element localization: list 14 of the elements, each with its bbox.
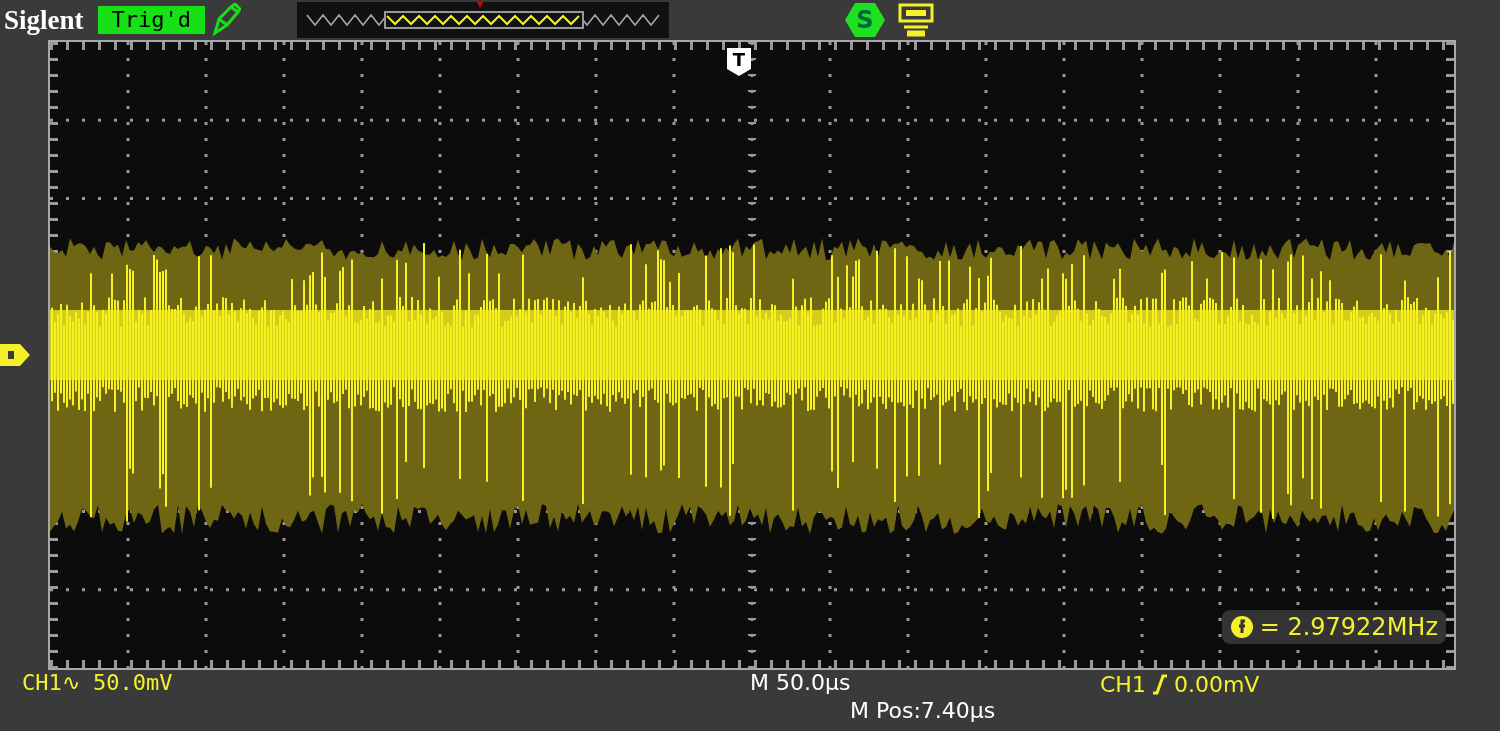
trigger-status: Trig'd	[97, 6, 205, 34]
brand-logo: Siglent	[4, 4, 84, 36]
timebase: M 50.0μs	[750, 670, 852, 697]
time-position: M Pos:7.40μs	[849, 698, 997, 725]
trigger-level: 0.00mV	[1173, 671, 1260, 697]
trigger-source: CH1	[1100, 671, 1146, 697]
printer-icon	[897, 2, 935, 38]
status-badge: S	[845, 3, 885, 37]
frequency-value: = 2.97922MHz	[1259, 613, 1438, 641]
channel-scale: CH1∿ 50.0mV	[21, 670, 174, 697]
channel-marker-icon[interactable]	[0, 344, 30, 366]
rising-edge-icon	[1151, 673, 1168, 695]
frequency-icon	[1229, 615, 1254, 639]
trigger-position-marker[interactable]: T	[727, 48, 751, 76]
